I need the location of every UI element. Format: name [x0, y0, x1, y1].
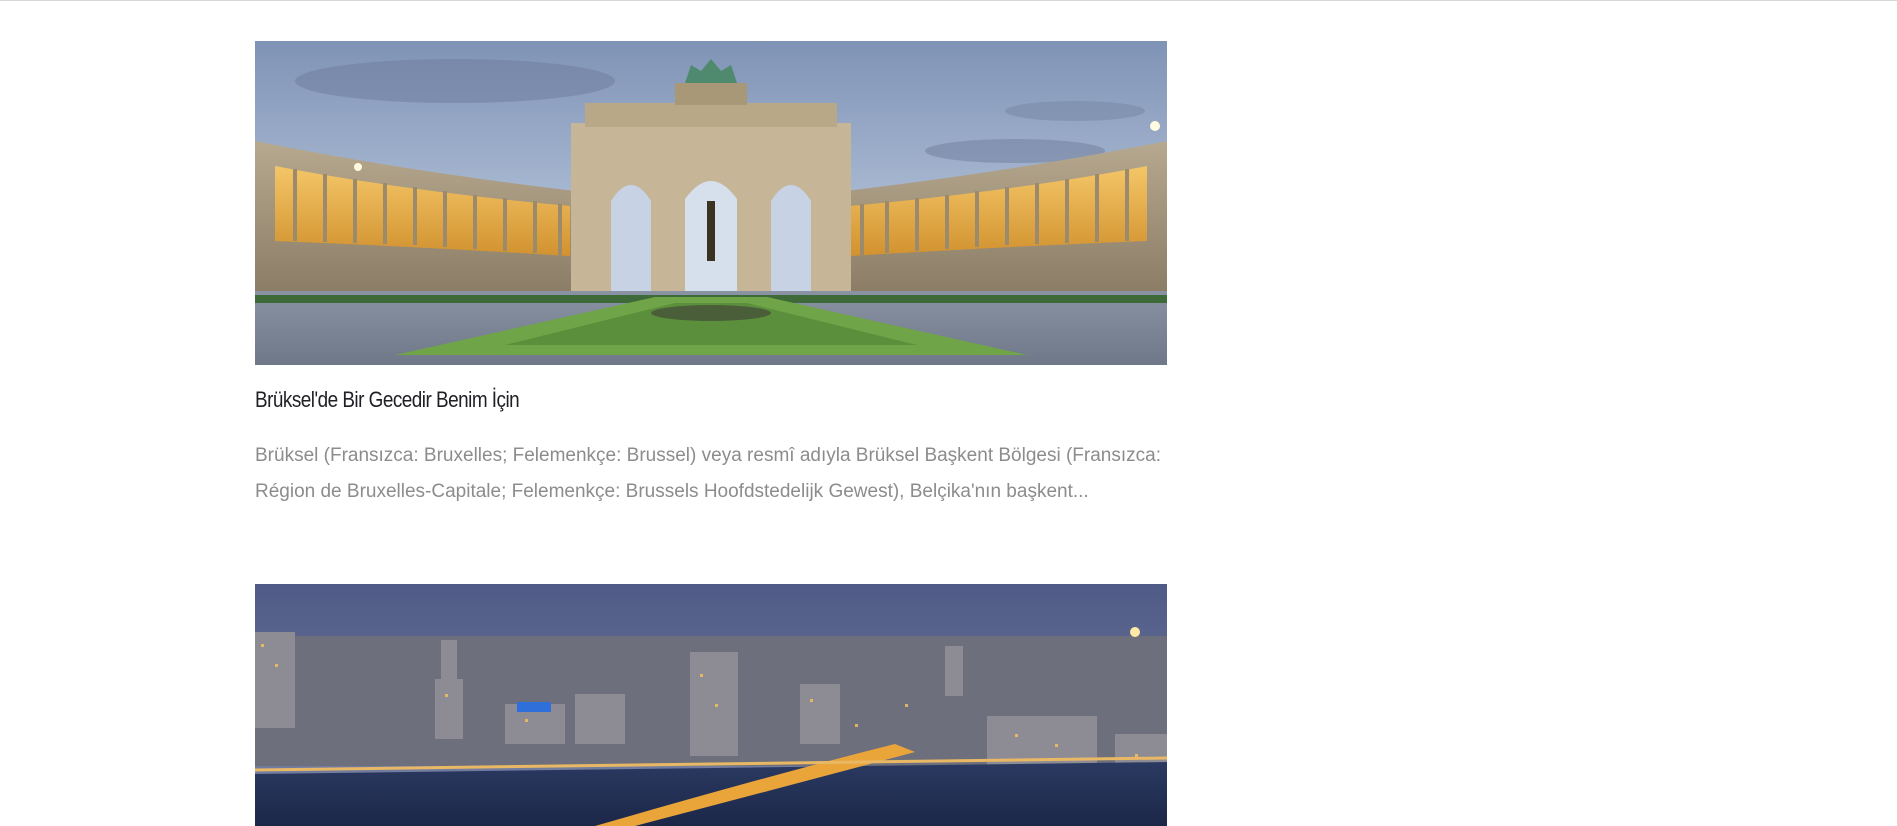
blog-post-card: Brüksel'de Bir Gecedir Benim İçin Brükse…: [255, 41, 1167, 502]
header-divider: [0, 0, 1897, 1]
post-thumbnail-image: [255, 584, 1167, 826]
blog-post-card: [255, 584, 1167, 826]
post-excerpt: Brüksel (Fransızca: Bruxelles; Felemenkç…: [255, 445, 1161, 502]
post-title-link[interactable]: Brüksel'de Bir Gecedir Benim İçin: [255, 387, 520, 413]
post-thumbnail-link[interactable]: [255, 41, 1167, 365]
post-thumbnail-link[interactable]: [255, 584, 1167, 826]
post-thumbnail-image: [255, 41, 1167, 365]
